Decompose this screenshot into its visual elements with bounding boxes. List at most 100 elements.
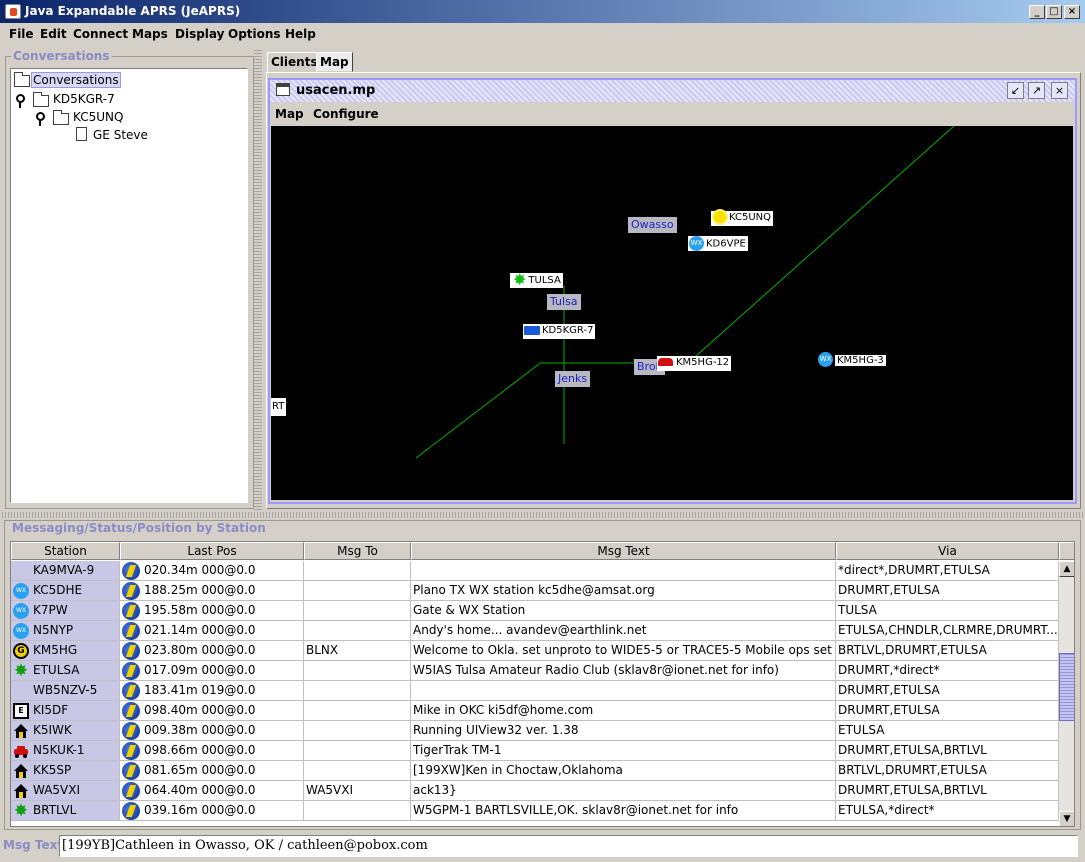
cell-msg-to[interactable]: WA5VXI <box>304 781 411 801</box>
cell-msg-to[interactable] <box>304 801 411 821</box>
tab-clients[interactable]: Clients <box>267 52 322 72</box>
cell-station[interactable]: K5IWK <box>11 721 120 741</box>
table-scrollbar[interactable]: ▲ ▼ <box>1059 561 1074 826</box>
cell-last-pos[interactable]: 039.16m 000@0.0 <box>120 801 304 821</box>
tab-map[interactable]: Map <box>316 52 353 72</box>
cell-msg-text[interactable]: Gate & WX Station <box>411 601 836 621</box>
cell-msg-to[interactable]: BLNX <box>304 641 411 661</box>
table-row[interactable]: WA5VXI 064.40m 000@0.0 WA5VXI ack13} DRUMRT,… <box>11 781 1059 801</box>
station-kd5kgr-7[interactable]: KD5KGR-7 <box>523 324 596 339</box>
cell-msg-to[interactable] <box>304 701 411 721</box>
tree-node-kd5kgr-7[interactable]: KD5KGR-7 <box>53 92 115 106</box>
cell-station[interactable]: WX N5NYP <box>11 621 120 641</box>
cell-msg-to[interactable] <box>304 561 411 581</box>
tree-node-ge-steve[interactable]: GE Steve <box>93 128 148 142</box>
horizontal-splitter[interactable] <box>0 512 1085 518</box>
menu-help[interactable]: Help <box>285 27 316 41</box>
maximize-button[interactable]: □ <box>1046 5 1062 19</box>
cell-last-pos[interactable]: 081.65m 000@0.0 <box>120 761 304 781</box>
scroll-thumb[interactable] <box>1059 653 1074 721</box>
station-table[interactable]: Station Last Pos Msg To Msg Text Via KA9… <box>10 541 1075 827</box>
map-canvas[interactable]: Owasso Tulsa Jenks Brok KC5UNQ WX KD6VPE … <box>271 126 1073 500</box>
cell-last-pos[interactable]: 098.66m 000@0.0 <box>120 741 304 761</box>
cell-via[interactable]: ETULSA,CHNDLR,CLRMRE,DRUMRT... <box>836 621 1059 641</box>
cell-station[interactable]: ✸ BRTLVL <box>11 801 120 821</box>
station-kd6vpe[interactable]: WX KD6VPE <box>688 236 748 251</box>
cell-msg-to[interactable] <box>304 721 411 741</box>
menu-options[interactable]: Options <box>228 27 281 41</box>
cell-msg-text[interactable]: Welcome to Okla. set unproto to WIDE5-5 … <box>411 641 836 661</box>
table-row[interactable]: K5IWK 009.38m 000@0.0 Running UIView32 ver… <box>11 721 1059 741</box>
frame-iconify-button[interactable]: ↙ <box>1007 82 1024 99</box>
cell-msg-to[interactable] <box>304 761 411 781</box>
cell-last-pos[interactable]: 195.58m 000@0.0 <box>120 601 304 621</box>
cell-msg-text[interactable]: Andy's home... avandev@earthlink.net <box>411 621 836 641</box>
station-kc5unq[interactable]: KC5UNQ <box>711 211 774 226</box>
node-handle-icon[interactable] <box>16 94 25 108</box>
cell-via[interactable]: *direct*,DRUMRT,ETULSA <box>836 561 1059 581</box>
station-km5hg-3[interactable]: WX KM5HG-3 <box>817 352 888 367</box>
menu-connect[interactable]: Connect <box>73 27 128 41</box>
map-menu-configure[interactable]: Configure <box>313 107 379 121</box>
window-title-bar[interactable]: Java Expandable APRS (JeAPRS) _ □ × <box>0 0 1085 23</box>
station-km5hg-12[interactable]: KM5HG-12 <box>657 356 732 371</box>
menu-display[interactable]: Display <box>175 27 224 41</box>
cell-msg-to[interactable] <box>304 741 411 761</box>
cell-last-pos[interactable]: 021.14m 000@0.0 <box>120 621 304 641</box>
cell-last-pos[interactable]: 020.34m 000@0.0 <box>120 561 304 581</box>
cell-msg-text[interactable] <box>411 681 836 701</box>
cell-station[interactable]: WX K7PW <box>11 601 120 621</box>
table-row[interactable]: ✸ ETULSA 017.09m 000@0.0 W5IAS Tulsa Amateu… <box>11 661 1059 681</box>
cell-via[interactable]: DRUMRT,ETULSA <box>836 681 1059 701</box>
table-row[interactable]: KA9MVA-9 020.34m 000@0.0 *direct*,DRUMRT,E… <box>11 561 1059 581</box>
cell-msg-text[interactable]: TigerTrak TM-1 <box>411 741 836 761</box>
column-header-via[interactable]: Via <box>836 542 1059 560</box>
menu-edit[interactable]: Edit <box>40 27 67 41</box>
cell-msg-text[interactable]: Running UIView32 ver. 1.38 <box>411 721 836 741</box>
cell-via[interactable]: DRUMRT,ETULSA <box>836 701 1059 721</box>
cell-msg-text[interactable]: [199XW]Ken in Choctaw,Oklahoma <box>411 761 836 781</box>
map-frame-title-bar[interactable]: usacen.mp ↙ ↗ × <box>270 80 1075 102</box>
minimize-button[interactable]: _ <box>1029 5 1045 19</box>
cell-last-pos[interactable]: 017.09m 000@0.0 <box>120 661 304 681</box>
cell-last-pos[interactable]: 098.40m 000@0.0 <box>120 701 304 721</box>
column-header-msg-text[interactable]: Msg Text <box>411 542 836 560</box>
table-row[interactable]: KK5SP 081.65m 000@0.0 [199XW]Ken in Chocta… <box>11 761 1059 781</box>
table-row[interactable]: WX K7PW 195.58m 000@0.0 Gate & WX Station TU… <box>11 601 1059 621</box>
cell-msg-to[interactable] <box>304 661 411 681</box>
cell-msg-to[interactable] <box>304 601 411 621</box>
station-tulsa[interactable]: ✸ TULSA <box>510 272 563 288</box>
cell-last-pos[interactable]: 023.80m 000@0.0 <box>120 641 304 661</box>
cell-via[interactable]: DRUMRT,ETULSA <box>836 581 1059 601</box>
cell-station[interactable]: WX KC5DHE <box>11 581 120 601</box>
cell-station[interactable]: KA9MVA-9 <box>11 561 120 581</box>
cell-msg-to[interactable] <box>304 621 411 641</box>
tree-node-kc5unq[interactable]: KC5UNQ <box>73 110 123 124</box>
column-header-msg-to[interactable]: Msg To <box>304 542 411 560</box>
table-row[interactable]: G KM5HG 023.80m 000@0.0 BLNX Welcome to Okla… <box>11 641 1059 661</box>
cell-via[interactable]: DRUMRT,ETULSA,BRTLVL <box>836 781 1059 801</box>
table-row[interactable]: WX KC5DHE 188.25m 000@0.0 Plano TX WX stati… <box>11 581 1059 601</box>
cell-via[interactable]: BRTLVL,DRUMRT,ETULSA <box>836 761 1059 781</box>
frame-close-button[interactable]: × <box>1051 82 1068 99</box>
cell-station[interactable]: G KM5HG <box>11 641 120 661</box>
frame-maximize-button[interactable]: ↗ <box>1028 82 1045 99</box>
menu-file[interactable]: File <box>9 27 34 41</box>
cell-msg-to[interactable] <box>304 681 411 701</box>
cell-via[interactable]: ETULSA <box>836 721 1059 741</box>
close-button[interactable]: × <box>1064 5 1080 19</box>
cell-msg-text[interactable]: W5IAS Tulsa Amateur Radio Club (sklav8r@… <box>411 661 836 681</box>
map-menu-map[interactable]: Map <box>275 107 304 121</box>
cell-via[interactable]: DRUMRT,ETULSA,BRTLVL <box>836 741 1059 761</box>
table-row[interactable]: WB5NZV-5 183.41m 019@0.0 DRUMRT,ETULSA <box>11 681 1059 701</box>
cell-via[interactable]: DRUMRT,*direct* <box>836 661 1059 681</box>
cell-via[interactable]: BRTLVL,DRUMRT,ETULSA <box>836 641 1059 661</box>
cell-station[interactable]: KK5SP <box>11 761 120 781</box>
cell-station[interactable]: WA5VXI <box>11 781 120 801</box>
table-row[interactable]: N5KUK-1 098.66m 000@0.0 TigerTrak TM-1 DRU… <box>11 741 1059 761</box>
cell-last-pos[interactable]: 064.40m 000@0.0 <box>120 781 304 801</box>
cell-msg-text[interactable]: Mike in OKC ki5df@home.com <box>411 701 836 721</box>
cell-station[interactable]: WB5NZV-5 <box>11 681 120 701</box>
cell-station[interactable]: ✸ ETULSA <box>11 661 120 681</box>
scroll-down-button[interactable]: ▼ <box>1059 811 1074 826</box>
